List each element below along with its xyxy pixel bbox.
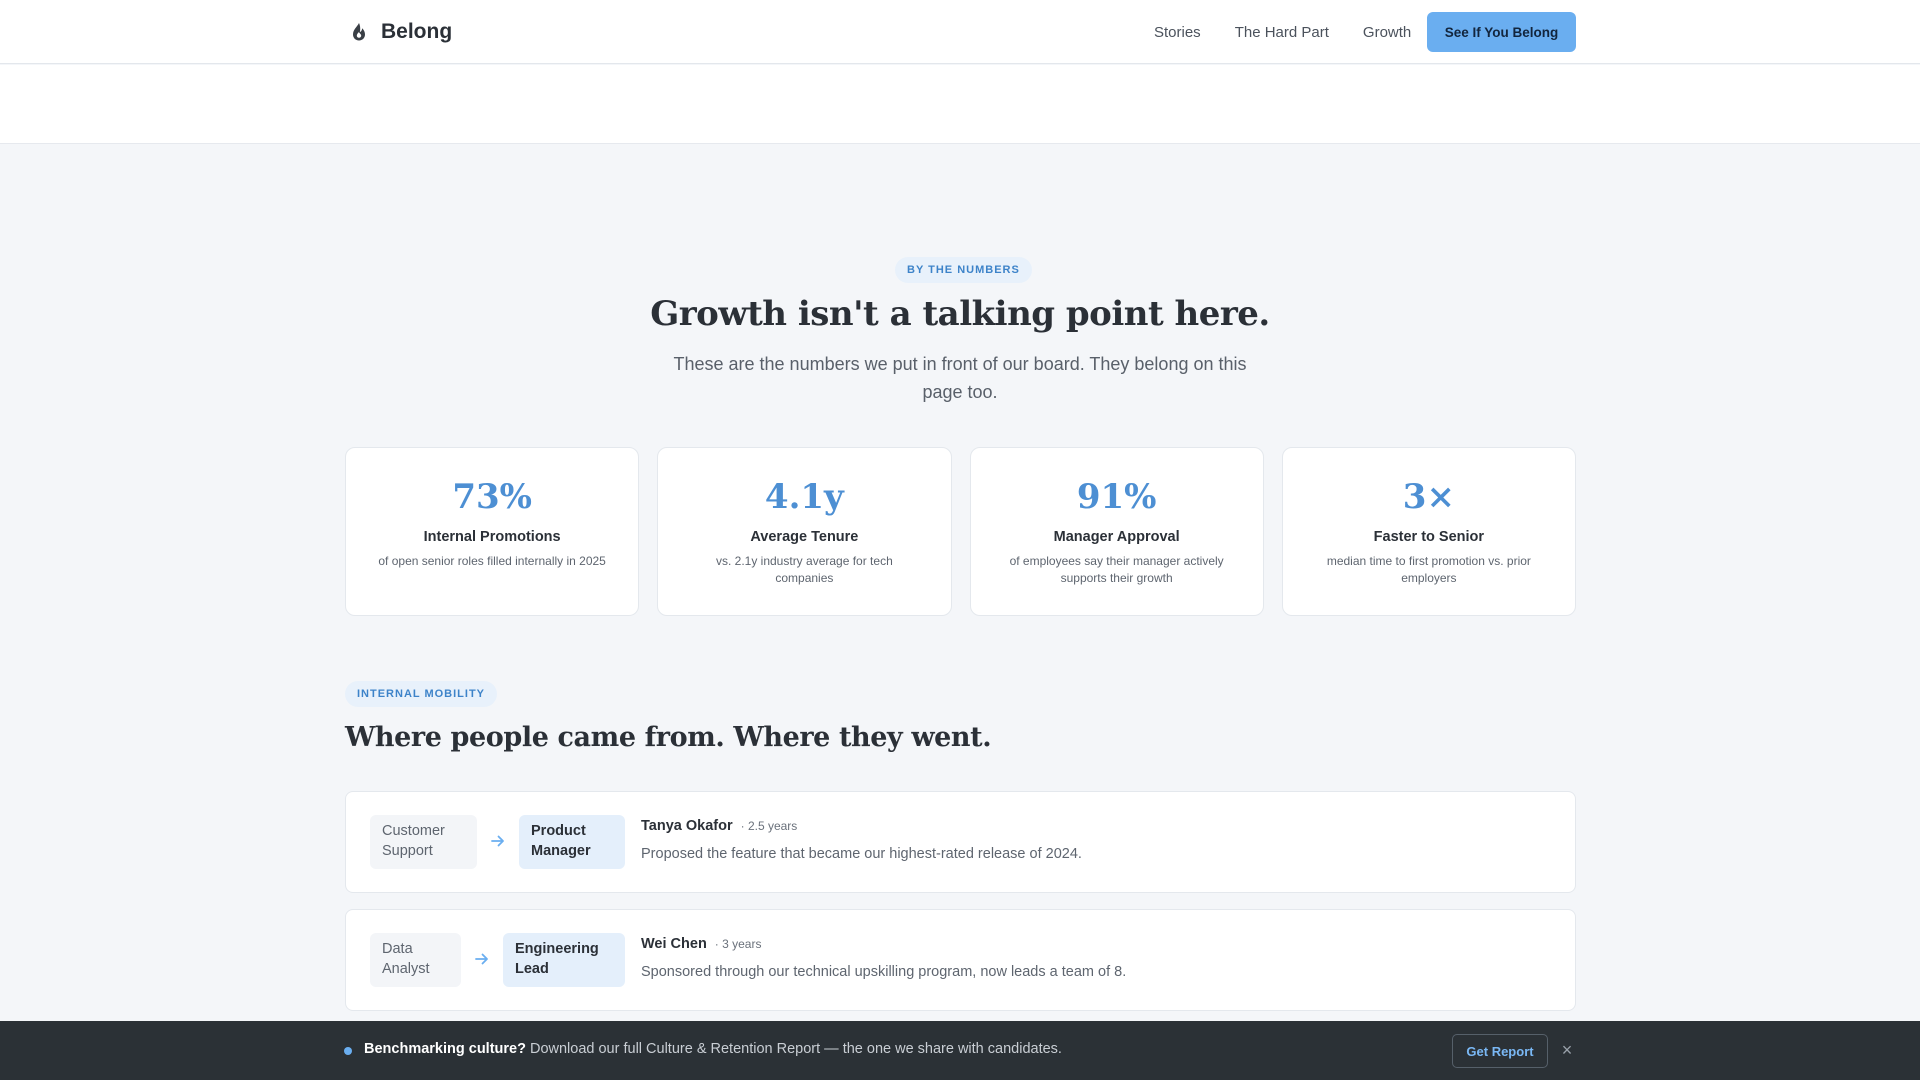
mobility-card: Customer Support Product Manager Tanya O… [345,791,1576,893]
banner-body: Download our full Culture & Retention Re… [525,1041,1062,1057]
person-description: Sponsored through our technical upskilli… [641,964,1127,980]
stat-description: of employees say their manager actively … [1009,554,1224,585]
stat-description: vs. 2.1y industry average for tech compa… [715,554,893,585]
by-the-numbers-eyebrow: BY THE NUMBERS [895,257,1032,283]
stat-description: of open senior roles filled internally i… [378,554,606,568]
stat-card-internal-promotions: 73% Internal Promotions of open senior r… [345,447,640,616]
brand-name: Belong [381,20,453,43]
mobility-card: Data Analyst Engineering Lead Wei Chen ·… [345,909,1576,1011]
role-from: Customer Support [370,815,477,869]
stat-description: median time to first promotion vs. prior… [1326,554,1531,585]
main-nav: Stories The Hard Part Growth [1154,20,1411,44]
stat-label: Average Tenure [750,529,859,545]
report-banner: Benchmarking culture? Download our full … [0,1021,1920,1080]
hero-band [0,65,1920,144]
person-line: Wei Chen · 3 years [641,936,761,952]
stat-value: 3× [1402,477,1455,517]
stat-card-manager-approval: 91% Manager Approval of employees say th… [969,447,1264,616]
stat-card-faster-to-senior: 3× Faster to Senior median time to first… [1281,447,1576,616]
stats-grid: 73% Internal Promotions of open senior r… [345,447,1576,616]
role-from: Data Analyst [370,933,461,987]
banner-text: Benchmarking culture? Download our full … [364,1041,1062,1057]
arrow-right-icon [475,953,488,965]
numbers-title: Growth isn't a talking point here. [650,294,1270,334]
person-tenure: · 3 years [714,937,762,951]
person-name: Tanya Okafor [641,818,733,834]
person-tenure: · 2.5 years [740,819,798,833]
stat-card-average-tenure: 4.1y Average Tenure vs. 2.1y industry av… [657,447,952,616]
person-line: Tanya Okafor · 2.5 years [641,818,797,834]
see-if-you-belong-button[interactable]: See If You Belong [1427,12,1576,52]
stat-label: Manager Approval [1053,529,1180,545]
person-name: Wei Chen [641,936,707,952]
top-navigation: Belong Stories The Hard Part Growth See … [0,0,1920,64]
stat-value: 73% [452,477,532,517]
get-report-button[interactable]: Get Report [1452,1034,1548,1068]
stat-label: Internal Promotions [423,529,561,545]
numbers-subtitle: These are the numbers we put in front of… [673,354,1247,402]
arrow-right-icon [491,835,504,847]
flame-logo-icon [353,23,365,41]
stat-value: 91% [1076,477,1157,517]
role-to: Engineering Lead [503,933,625,987]
close-icon[interactable]: × [1558,1041,1576,1059]
internal-mobility-eyebrow: INTERNAL MOBILITY [345,681,498,707]
banner-lead: Benchmarking culture? [364,1041,526,1057]
nav-link-growth[interactable]: Growth [1363,24,1411,41]
brand-logo-link[interactable]: Belong [347,18,452,46]
nav-link-the-hard-part[interactable]: The Hard Part [1235,24,1329,41]
role-to: Product Manager [519,815,625,869]
banner-dot [344,1047,352,1055]
mobility-title: Where people came from. Where they went. [345,722,992,753]
stat-value: 4.1y [764,477,844,517]
nav-link-stories[interactable]: Stories [1154,24,1201,41]
stat-label: Faster to Senior [1373,529,1485,545]
person-description: Proposed the feature that became our hig… [641,846,1082,862]
